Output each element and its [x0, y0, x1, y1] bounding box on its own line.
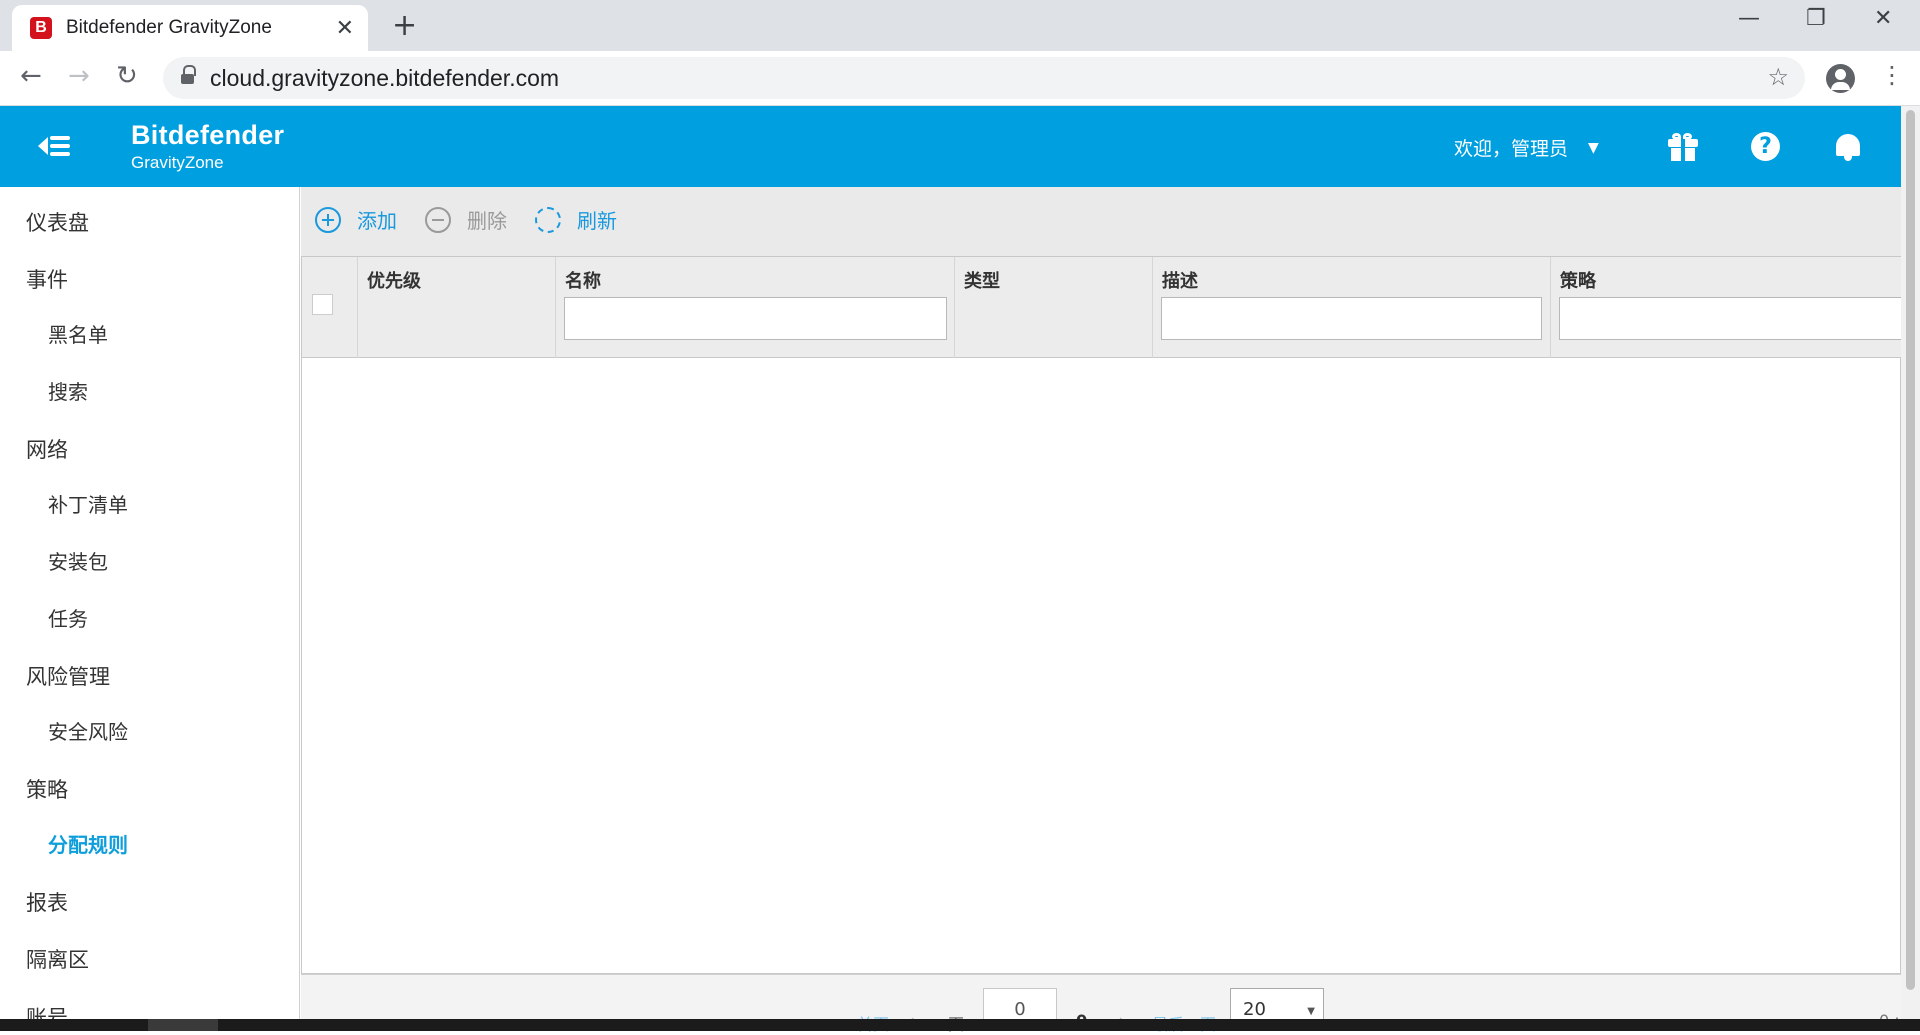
column-priority-label: 优先级 — [367, 271, 421, 292]
column-type-label: 类型 — [964, 271, 1000, 292]
column-name: 名称 — [556, 257, 955, 358]
profile-icon[interactable] — [1826, 64, 1855, 93]
back-icon[interactable]: ← — [20, 61, 42, 91]
bitdefender-favicon-icon: B — [30, 17, 52, 39]
star-icon[interactable]: ☆ — [1767, 63, 1789, 91]
url-text: cloud.gravityzone.bitdefender.com — [210, 64, 560, 91]
action-toolbar: 添加 删除 刷新 — [315, 205, 645, 234]
delete-label: 删除 — [467, 209, 507, 233]
sidebar-item-assignment-rules[interactable]: 分配规则 — [48, 829, 128, 858]
sidebar-item-risk-management[interactable]: 风险管理 — [26, 661, 110, 691]
sidebar-item-policies[interactable]: 策略 — [26, 774, 68, 804]
column-description-label: 描述 — [1162, 271, 1198, 292]
page-scrollbar[interactable] — [1901, 106, 1920, 1031]
policy-filter-input[interactable] — [1559, 297, 1902, 340]
name-filter-input[interactable] — [564, 297, 947, 340]
app-header: Bitdefender GravityZone 欢迎，管理员 ▼ ? — [0, 106, 1901, 187]
logo-sub: GravityZone — [131, 153, 224, 172]
gift-icon[interactable] — [1668, 133, 1698, 161]
sidebar-item-network[interactable]: 网络 — [26, 434, 68, 464]
column-policy: 策略 — [1551, 257, 1902, 358]
main-content: 添加 删除 刷新 优先级 名称 类型 描述 策略 0 20 ▼ — [301, 187, 1902, 1034]
restore-icon[interactable]: ❐ — [1806, 6, 1826, 31]
sidebar-item-blacklist[interactable]: 黑名单 — [48, 319, 108, 348]
sidebar-item-dashboard[interactable]: 仪表盘 — [26, 207, 89, 237]
forward-icon[interactable]: → — [68, 61, 90, 91]
table-header: 优先级 名称 类型 描述 策略 — [302, 257, 1902, 358]
browser-toolbar: ← → ↻ cloud.gravityzone.bitdefender.com … — [0, 51, 1920, 106]
dropdown-caret-icon: ▼ — [1307, 1006, 1315, 1017]
user-menu[interactable]: 欢迎，管理员 ▼ — [1454, 134, 1599, 161]
column-name-label: 名称 — [565, 271, 601, 292]
sidebar-item-search[interactable]: 搜索 — [48, 376, 88, 405]
select-column — [302, 257, 358, 358]
description-filter-input[interactable] — [1161, 297, 1542, 340]
sidebar-item-patch-inventory[interactable]: 补丁清单 — [48, 489, 128, 518]
column-description: 描述 — [1153, 257, 1551, 358]
select-all-checkbox[interactable] — [312, 294, 333, 315]
reload-icon[interactable]: ↻ — [116, 61, 138, 91]
browser-tab-bar: B Bitdefender GravityZone ✕ + — ❐ ✕ — [0, 0, 1920, 51]
sidebar-item-tasks[interactable]: 任务 — [48, 603, 88, 632]
menu-icon[interactable]: ⋮ — [1880, 61, 1904, 89]
delete-button[interactable]: 删除 — [425, 205, 507, 234]
address-bar[interactable]: cloud.gravityzone.bitdefender.com ☆ — [163, 57, 1805, 99]
column-type: 类型 — [955, 257, 1153, 358]
sidebar: 仪表盘 事件 黑名单 搜索 网络 补丁清单 安装包 任务 风险管理 安全风险 策… — [0, 187, 300, 1031]
table-body — [302, 358, 1900, 973]
column-policy-label: 策略 — [1560, 271, 1596, 292]
refresh-icon — [535, 206, 561, 233]
add-button[interactable]: 添加 — [315, 205, 397, 234]
page-size-value: 20 — [1243, 999, 1266, 1020]
browser-tab[interactable]: B Bitdefender GravityZone ✕ — [12, 5, 368, 51]
sidebar-item-events[interactable]: 事件 — [26, 264, 68, 294]
rules-table: 优先级 名称 类型 描述 策略 — [301, 256, 1902, 974]
refresh-label: 刷新 — [577, 209, 617, 233]
sidebar-item-security-risks[interactable]: 安全风险 — [48, 716, 128, 745]
new-tab-icon[interactable]: + — [392, 8, 417, 43]
minus-circle-icon — [425, 206, 451, 233]
plus-circle-icon — [315, 206, 341, 233]
notification-bell-icon[interactable] — [1836, 132, 1860, 162]
chevron-down-icon: ▼ — [1588, 139, 1599, 156]
tab-close-icon[interactable]: ✕ — [336, 16, 354, 41]
bitdefender-logo: Bitdefender GravityZone — [131, 120, 284, 173]
sidebar-toggle-icon[interactable] — [38, 132, 70, 160]
refresh-button[interactable]: 刷新 — [535, 205, 617, 234]
column-priority: 优先级 — [358, 257, 556, 358]
logo-main: Bitdefender — [131, 120, 285, 150]
add-label: 添加 — [357, 209, 397, 233]
sidebar-item-reports[interactable]: 报表 — [26, 887, 68, 917]
welcome-text: 欢迎，管理员 — [1454, 138, 1569, 160]
taskbar-item[interactable] — [148, 1019, 218, 1031]
sidebar-item-quarantine[interactable]: 隔离区 — [26, 944, 89, 974]
scrollbar-thumb[interactable] — [1906, 110, 1915, 990]
tab-title: Bitdefender GravityZone — [66, 17, 272, 38]
lock-icon — [181, 65, 196, 85]
sidebar-item-packages[interactable]: 安装包 — [48, 546, 108, 575]
help-icon[interactable]: ? — [1751, 132, 1780, 161]
window-close-icon[interactable]: ✕ — [1874, 6, 1892, 31]
minimize-icon[interactable]: — — [1738, 6, 1760, 31]
os-taskbar — [0, 1019, 1920, 1031]
